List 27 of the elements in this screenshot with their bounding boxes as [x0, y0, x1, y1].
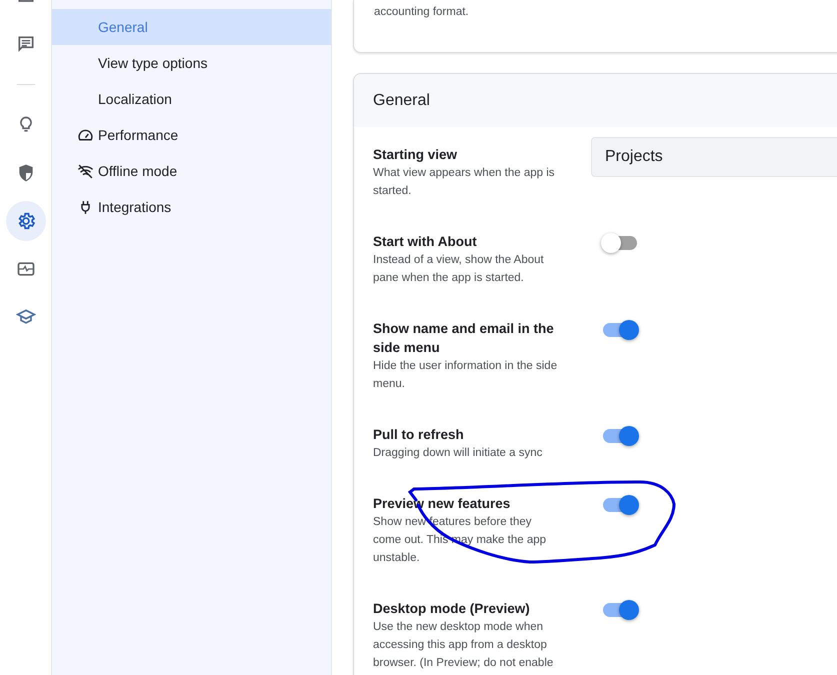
- setting-title: Desktop mode (Preview): [373, 600, 531, 618]
- sidebar-item[interactable]: Integrations: [52, 189, 331, 225]
- wifi-off-icon: [77, 162, 94, 180]
- setting-title: Preview new features: [373, 495, 512, 513]
- sidebar-item[interactable]: Offline mode: [52, 153, 331, 189]
- toggle-switch[interactable]: [601, 599, 641, 621]
- setting-title: Starting view: [373, 146, 458, 164]
- sidebar-item[interactable]: Localization: [52, 81, 331, 117]
- setting-description: Hide the user information in the side menu.: [373, 359, 558, 392]
- setting-title: Pull to refresh: [373, 426, 465, 444]
- setting-description: Dragging down will initiate a sync: [373, 446, 544, 461]
- setting-title: Show name and email in the side menu: [373, 320, 555, 357]
- rail-button[interactable]: [6, 201, 46, 241]
- toggle-switch[interactable]: [601, 319, 641, 341]
- sidebar-item[interactable]: View type options: [52, 45, 331, 81]
- settings-icon: [16, 211, 36, 231]
- chat-icon: [16, 34, 36, 54]
- setting-description: What view appears when the app is started.: [373, 166, 556, 199]
- setting-title: Start with About: [373, 233, 478, 251]
- toggle-switch[interactable]: [601, 425, 641, 447]
- setting-description: accounting format.: [373, 5, 470, 20]
- dropdown-field[interactable]: Projects: [591, 137, 837, 177]
- card-header: General: [354, 74, 837, 127]
- setting-description: Use the new desktop mode when accessing this app from a desktop browser. (In Preview; do not enable: [373, 620, 554, 671]
- toggle-switch[interactable]: [601, 494, 641, 516]
- setting-description: Instead of a view, show the About pane when the app is started.: [373, 253, 545, 286]
- sidebar-item[interactable]: Performance: [52, 117, 331, 153]
